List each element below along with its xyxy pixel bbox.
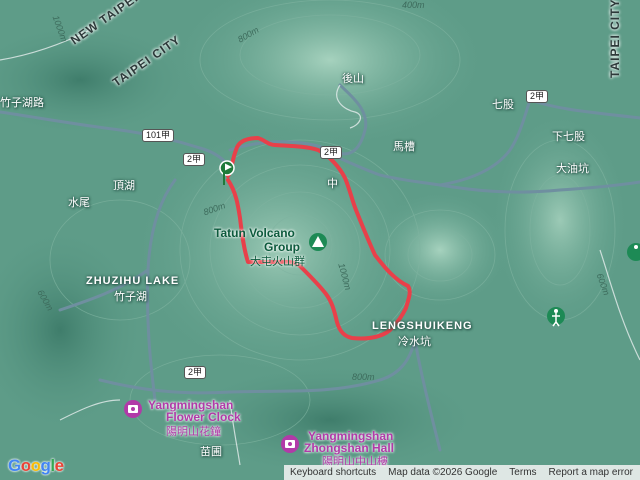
place-label-dayoukeng: 大油坑: [556, 163, 589, 175]
map-data-text: Map data ©2026 Google: [388, 467, 498, 478]
place-label-zhong: 中: [327, 178, 338, 190]
place-label-road: 竹子湖路: [0, 97, 44, 109]
volcano-icon[interactable]: [309, 233, 327, 251]
poi-label-flower-clock-2[interactable]: Flower Clock: [166, 410, 241, 424]
road-shield: 101甲: [142, 129, 175, 142]
road-shield: 2甲: [183, 153, 206, 166]
zhongshan-hall-icon[interactable]: [281, 435, 299, 453]
city-label-taipei-right: TAIPEI CITY: [608, 0, 622, 78]
place-label-houshan: 後山: [342, 73, 364, 85]
report-map-error-link[interactable]: Report a map error: [543, 467, 639, 478]
google-logo: Google: [8, 456, 64, 475]
elevation-label: 400m: [402, 0, 425, 10]
volcano-label-zh[interactable]: 大屯火山群: [250, 253, 305, 269]
place-label-mazao: 馬槽: [393, 141, 415, 153]
place-label-miaopu: 苗圃: [200, 446, 222, 458]
place-label-lengshuikeng-en: LENGSHUIKENG: [372, 320, 473, 332]
poi-label-flower-clock-zh[interactable]: 陽明山花鐘: [166, 423, 221, 439]
place-label-lengshuikeng-zh: 冷水坑: [398, 336, 431, 348]
place-label-zhuzihu-zh: 竹子湖: [114, 291, 147, 303]
attribution-bar: Keyboard shortcuts Map data ©2026 Google…: [284, 465, 640, 480]
place-label-xiaqigu: 下七股: [552, 131, 585, 143]
keyboard-shortcuts-link[interactable]: Keyboard shortcuts: [284, 467, 382, 478]
place-label-dinghu: 頂湖: [113, 180, 135, 192]
terrain-highland: [370, 190, 510, 310]
volcano-label-en-1[interactable]: Tatun Volcano: [214, 226, 295, 240]
road-shield: 2甲: [184, 366, 207, 379]
place-label-zhuzihu-en: ZHUZIHU LAKE: [86, 275, 180, 287]
place-label-qigu: 七股: [492, 99, 514, 111]
terms-link[interactable]: Terms: [503, 467, 542, 478]
flower-clock-icon[interactable]: [124, 400, 142, 418]
elevation-label: 800m: [352, 372, 375, 382]
road-shield: 2甲: [526, 90, 549, 103]
volcano-label-en-2[interactable]: Group: [264, 240, 300, 254]
place-label-shuiwei: 水尾: [68, 197, 90, 209]
terrain-map[interactable]: [0, 0, 640, 480]
road-shield: 2甲: [320, 146, 343, 159]
